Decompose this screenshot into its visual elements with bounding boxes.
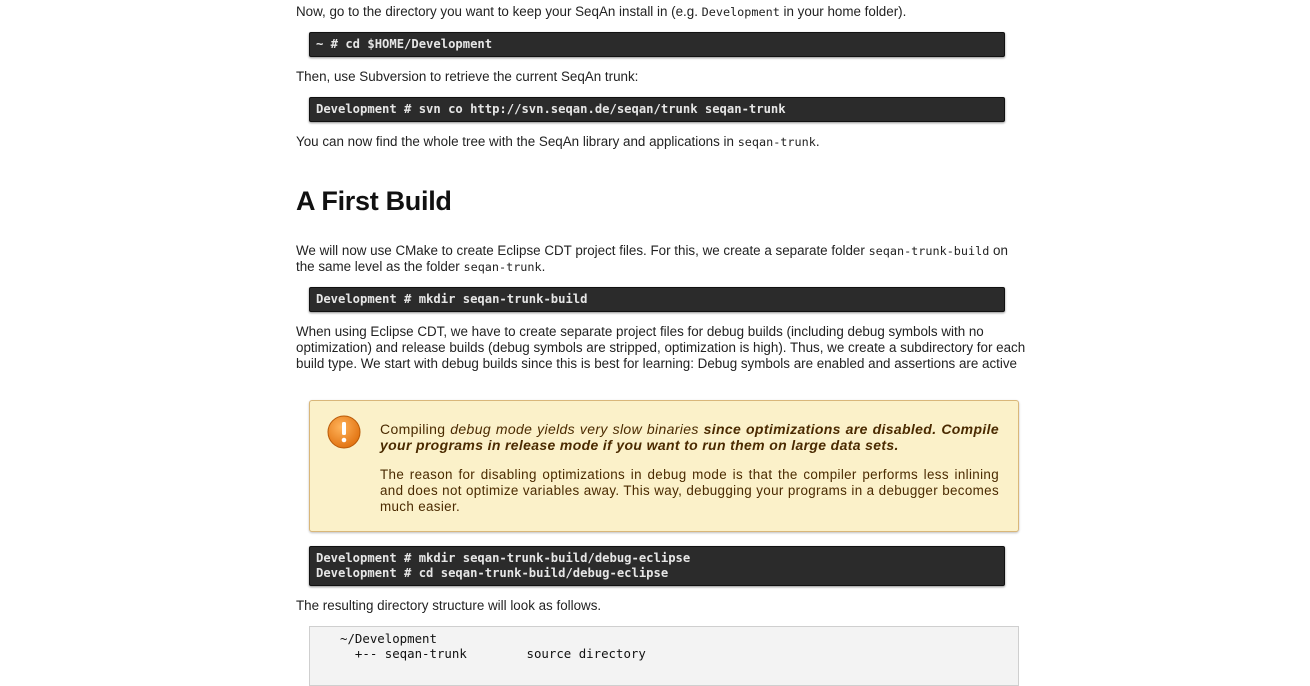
code-block-svn: Development # svn co http://svn.seqan.de… xyxy=(309,97,1005,122)
command-line: Development # mkdir seqan-trunk-build/de… xyxy=(316,551,691,565)
paragraph-build-types: When using Eclipse CDT, we have to creat… xyxy=(296,324,1026,371)
tree-row: ~/Development xyxy=(340,631,437,646)
paragraph-tree: You can now find the whole tree with the… xyxy=(296,134,1026,150)
warning-lead: Compiling debug mode yields very slow bi… xyxy=(380,421,999,453)
code-block-debug-dir: Development # mkdir seqan-trunk-build/de… xyxy=(309,546,1005,586)
command-line: Development # svn co http://svn.seqan.de… xyxy=(316,102,786,116)
text: Now, go to the directory you want to kee… xyxy=(296,4,702,19)
text: . xyxy=(815,134,820,149)
text: in your home folder). xyxy=(779,4,907,19)
paragraph-cmake: We will now use CMake to create Eclipse … xyxy=(296,243,1026,275)
inline-code: seqan-trunk-build xyxy=(868,244,990,258)
code-block-cd: ~ # cd $HOME/Development xyxy=(309,32,1005,57)
code-block-mkdir: Development # mkdir seqan-trunk-build xyxy=(309,287,1005,312)
section-heading: A First Build xyxy=(296,186,452,216)
paragraph-structure: The resulting directory structure will l… xyxy=(296,598,602,613)
exclamation-icon xyxy=(327,415,361,449)
tree-row: +-- seqan-trunk source directory xyxy=(340,646,646,661)
text: Compiling xyxy=(380,421,451,437)
warning-body: The reason for disabling optimizations i… xyxy=(380,467,999,514)
paragraph-install-dir: Now, go to the directory you want to kee… xyxy=(296,4,1026,20)
paragraph-subversion: Then, use Subversion to retrieve the cur… xyxy=(296,69,639,84)
command-line: Development # cd seqan-trunk-build/debug… xyxy=(316,566,669,580)
warning-text: Compiling debug mode yields very slow bi… xyxy=(380,421,999,515)
directory-tree-block: ~/Development +-- seqan-trunk source dir… xyxy=(309,626,1019,686)
command-line: ~ # cd $HOME/Development xyxy=(316,37,493,51)
inline-code: seqan-trunk xyxy=(463,260,542,274)
command-line: Development # mkdir seqan-trunk-build xyxy=(316,292,588,306)
text: . xyxy=(541,259,546,274)
warning-admonition: Compiling debug mode yields very slow bi… xyxy=(309,400,1019,532)
inline-code: Development xyxy=(701,5,780,19)
text: We will now use CMake to create Eclipse … xyxy=(296,243,869,258)
inline-code: seqan-trunk xyxy=(737,135,816,149)
text-italic: debug mode yields very slow binaries xyxy=(450,421,699,437)
text: You can now find the whole tree with the… xyxy=(296,134,738,149)
